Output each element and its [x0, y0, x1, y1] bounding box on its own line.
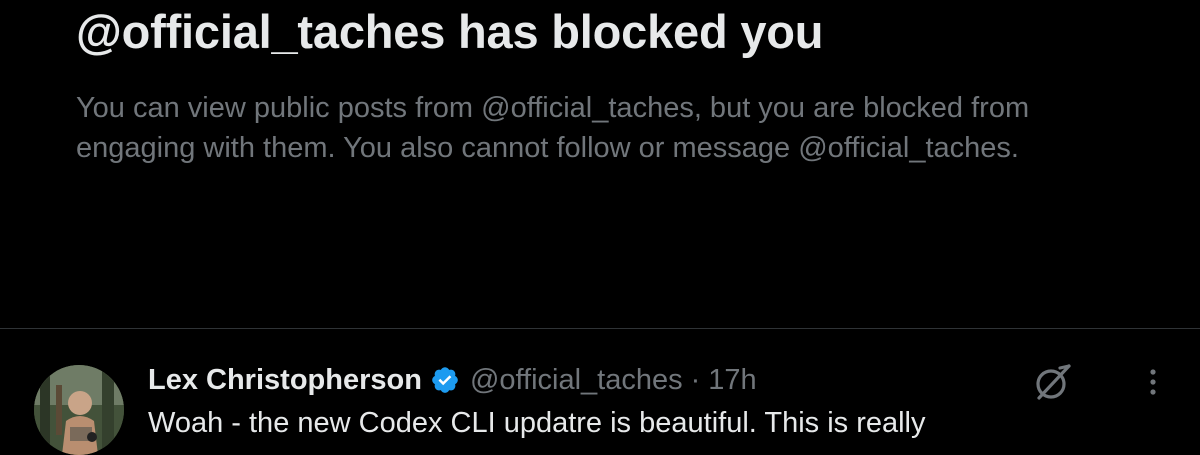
- post-header: Lex Christopherson @official_taches · 17…: [148, 359, 757, 401]
- more-options-icon[interactable]: [1138, 365, 1168, 399]
- verified-badge-icon[interactable]: [430, 365, 460, 395]
- author-handle[interactable]: @official_taches: [470, 364, 683, 397]
- blocked-title: @official_taches has blocked you: [76, 5, 824, 58]
- author-name[interactable]: Lex Christopherson: [148, 364, 422, 397]
- blocked-description: You can view public posts from @official…: [76, 92, 1030, 164]
- post-text: Woah - the new Codex CLI updatre is beau…: [148, 407, 926, 439]
- post-card[interactable]: Lex Christopherson @official_taches · 17…: [0, 329, 1200, 455]
- post-timestamp[interactable]: 17h: [708, 364, 756, 397]
- grok-icon[interactable]: [1030, 359, 1076, 405]
- separator-dot: ·: [690, 363, 701, 396]
- blocked-notice: @official_taches has blocked you You can…: [0, 0, 1200, 328]
- avatar[interactable]: [34, 365, 124, 455]
